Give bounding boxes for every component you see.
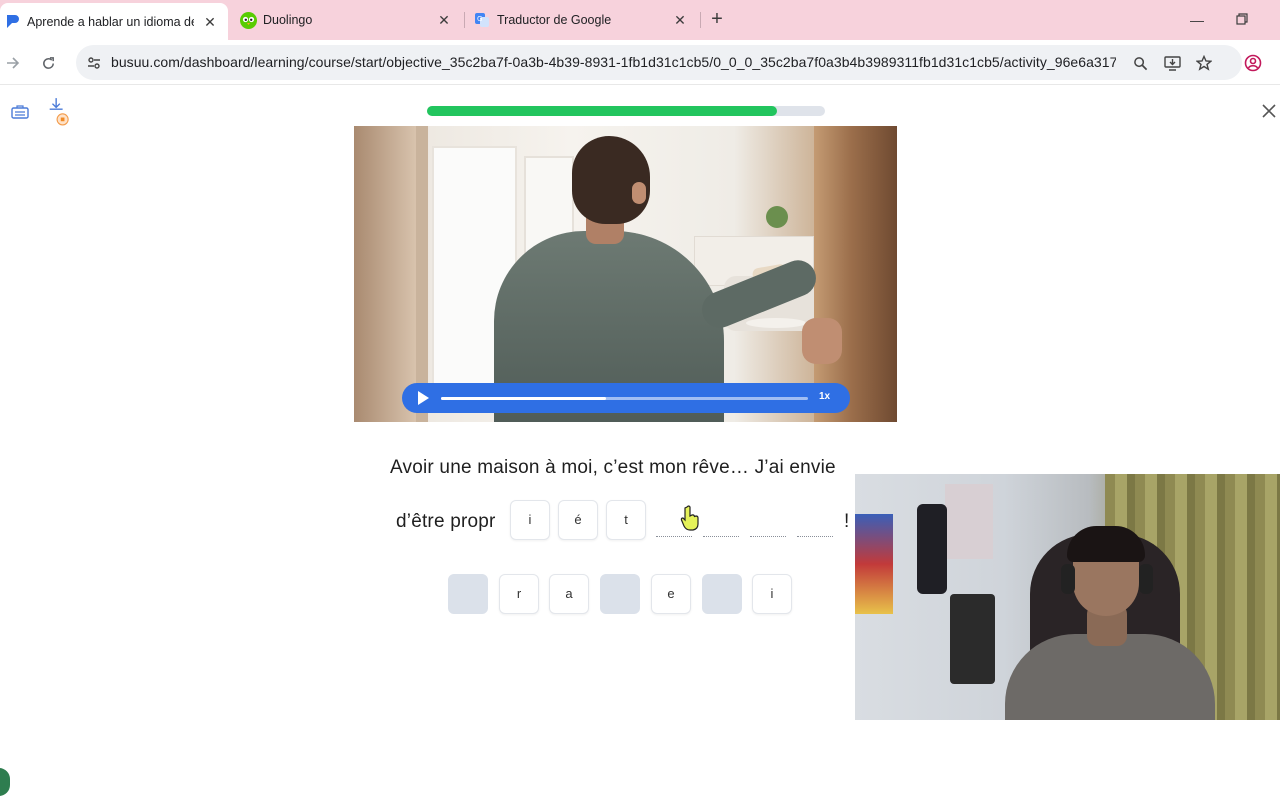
browser-toolbar: busuu.com/dashboard/learning/course/star…	[0, 40, 1280, 85]
google-translate-favicon-icon: G	[475, 13, 489, 27]
man-hand	[802, 318, 842, 364]
tab-busuu[interactable]: Aprende a hablar un idioma de ✕	[0, 3, 228, 40]
tab-title: Duolingo	[263, 13, 313, 27]
lesson-progress-fill	[427, 106, 778, 116]
placed-letter-tile[interactable]: é	[558, 500, 598, 540]
letter-bank-tile[interactable]: e	[651, 574, 691, 614]
hand-cursor-icon	[680, 505, 699, 531]
site-info-icon[interactable]	[84, 53, 104, 73]
profile-button[interactable]	[1242, 52, 1264, 74]
tab-close-icon[interactable]: ✕	[672, 12, 688, 28]
coffee-maker	[950, 594, 995, 684]
tab-divider	[700, 12, 701, 28]
wall-poster	[917, 504, 947, 594]
url-text[interactable]: busuu.com/dashboard/learning/course/star…	[111, 54, 1116, 70]
man-ear	[632, 182, 646, 204]
reload-icon	[42, 56, 54, 69]
tab-strip: Aprende a hablar un idioma de ✕ Duolingo…	[0, 0, 1280, 40]
streamer-hair	[1067, 526, 1145, 562]
headset-icon	[1061, 564, 1075, 594]
plant	[766, 206, 788, 228]
minimize-button[interactable]: —	[1187, 10, 1207, 30]
profile-icon	[1244, 54, 1262, 72]
sentence-line-2-start: d’être propr	[396, 511, 496, 532]
lesson-illustration	[354, 126, 897, 422]
svg-text:G: G	[477, 15, 482, 23]
empty-answer-slot[interactable]	[750, 536, 786, 537]
side-widget-button[interactable]	[0, 768, 10, 796]
door-right	[814, 126, 897, 422]
restore-icon	[1236, 13, 1248, 25]
download-icon[interactable]	[46, 98, 70, 126]
zoom-icon[interactable]	[1129, 52, 1151, 74]
letter-bank-empty-slot	[600, 574, 640, 614]
sentence-line-2-end: !	[844, 511, 850, 532]
placed-letter-tile[interactable]: t	[606, 500, 646, 540]
headset-icon	[1139, 564, 1153, 594]
tab-duolingo[interactable]: Duolingo ✕	[232, 0, 462, 40]
wall-poster	[855, 514, 893, 614]
tab-google-translate[interactable]: G Traductor de Google ✕	[466, 0, 698, 40]
letter-bank-empty-slot	[448, 574, 488, 614]
tab-title: Aprende a hablar un idioma de	[27, 14, 194, 29]
placed-letter-tile[interactable]: i	[510, 500, 550, 540]
keyboard-icon[interactable]	[8, 100, 32, 124]
empty-answer-slot[interactable]	[656, 536, 692, 537]
sentence-line-1: Avoir une maison à moi, c’est mon rêve… …	[390, 457, 836, 478]
tab-close-icon[interactable]: ✕	[436, 12, 452, 28]
audio-player: 1x	[402, 383, 850, 413]
busuu-favicon-icon	[7, 15, 19, 28]
install-app-icon[interactable]	[1161, 52, 1183, 74]
reload-button[interactable]	[37, 52, 59, 74]
address-bar[interactable]: busuu.com/dashboard/learning/course/star…	[76, 45, 1242, 80]
audio-seek-bar[interactable]	[441, 397, 808, 400]
man-head	[572, 136, 650, 224]
empty-answer-slot[interactable]	[797, 536, 833, 537]
play-icon[interactable]	[418, 391, 429, 405]
door-left	[354, 126, 416, 422]
tab-title: Traductor de Google	[497, 13, 612, 27]
close-lesson-button[interactable]	[1258, 101, 1280, 123]
streamer-torso	[1005, 634, 1215, 720]
letter-bank-tile[interactable]: r	[499, 574, 539, 614]
audio-seek-fill	[441, 397, 607, 400]
lesson-progress-bar	[427, 106, 825, 116]
wall-poster	[945, 484, 993, 559]
letter-bank-tile[interactable]: i	[752, 574, 792, 614]
tab-divider	[464, 12, 465, 28]
letter-bank-empty-slot	[702, 574, 742, 614]
forward-button[interactable]	[2, 52, 24, 74]
letter-bank-tile[interactable]: a	[549, 574, 589, 614]
webcam-overlay	[855, 474, 1280, 720]
door-frame	[416, 126, 428, 422]
bookmark-star-icon[interactable]	[1193, 52, 1215, 74]
empty-answer-slot[interactable]	[703, 536, 739, 537]
restore-button[interactable]	[1232, 10, 1252, 30]
new-tab-button[interactable]: +	[707, 9, 727, 30]
arrow-right-icon	[7, 57, 20, 69]
playback-speed-button[interactable]: 1x	[819, 391, 830, 402]
close-icon	[1262, 104, 1276, 118]
coffee-table	[746, 318, 806, 328]
tab-close-icon[interactable]: ✕	[202, 14, 218, 30]
duolingo-favicon-icon	[240, 11, 257, 29]
